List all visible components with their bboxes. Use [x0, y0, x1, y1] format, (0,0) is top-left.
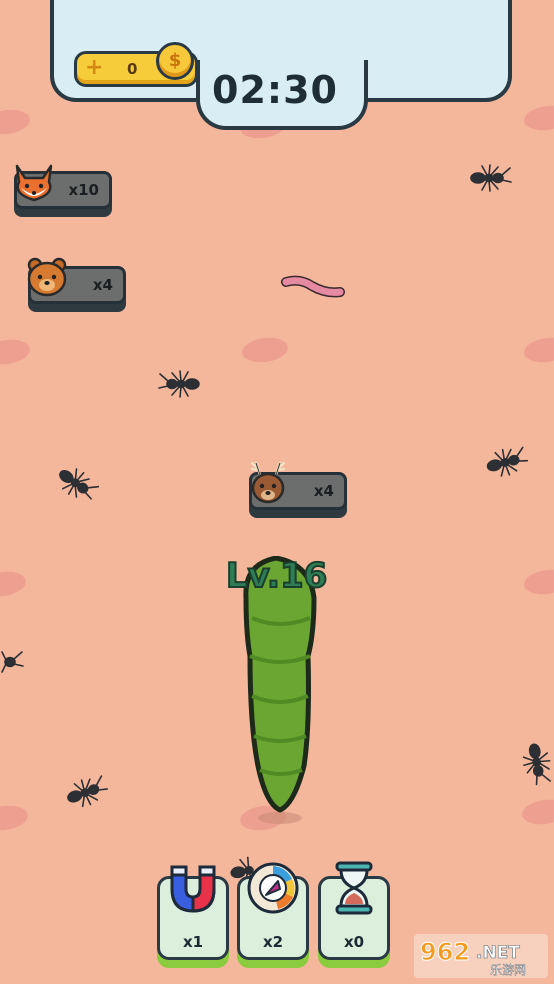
ant-icon[interactable]: [478, 438, 536, 486]
fox-count: x10: [68, 181, 99, 199]
target-deer: x4: [249, 461, 347, 510]
svg-text:.NET: .NET: [476, 943, 520, 963]
deer-icon: [250, 461, 286, 504]
coin-count: 0: [127, 60, 138, 78]
worm-icon[interactable]: [280, 272, 346, 304]
footprint: [522, 566, 554, 598]
bear-count: x4: [92, 276, 113, 294]
footprint: [520, 796, 554, 828]
footprint: [240, 334, 290, 366]
hourglass-icon: [335, 861, 373, 915]
footprint: [0, 106, 32, 138]
footprint: [0, 802, 30, 834]
magnet-count: x1: [182, 933, 204, 951]
site-watermark: 962 .NET 乐游网: [414, 934, 548, 978]
compass-count: x2: [262, 933, 284, 951]
ant-icon[interactable]: [466, 160, 516, 196]
watermark-logo: 962 .NET 乐游网: [414, 934, 548, 978]
hourglass-count: x0: [343, 933, 365, 951]
hourglass-button[interactable]: x0: [318, 861, 390, 960]
fox-icon: [15, 164, 53, 202]
compass-button[interactable]: x2: [237, 862, 309, 960]
ant-icon[interactable]: [515, 736, 554, 791]
ant-icon[interactable]: [46, 455, 108, 513]
target-fox: x10: [14, 164, 112, 209]
compass-icon: [247, 862, 299, 914]
ant-icon[interactable]: [0, 644, 28, 680]
footprint: [0, 336, 32, 368]
coin-icon: $: [156, 42, 194, 80]
bear-icon: [27, 257, 67, 297]
target-bear: x4: [27, 257, 126, 304]
ant-icon[interactable]: [156, 366, 206, 402]
ant-icon[interactable]: [57, 767, 116, 818]
player-snake[interactable]: [228, 556, 328, 826]
deer-count: x4: [313, 482, 334, 500]
magnet-icon: [170, 865, 216, 913]
magnet-button[interactable]: x1: [157, 865, 229, 960]
footprint: [522, 334, 554, 366]
footprint: [522, 102, 554, 134]
countdown-timer: 02:30: [212, 68, 338, 112]
add-coins-icon[interactable]: +: [85, 54, 103, 82]
player-level: Lv.16: [225, 555, 328, 597]
footprint: [0, 568, 28, 600]
svg-text:962: 962: [420, 938, 470, 966]
svg-text:乐游网: 乐游网: [490, 963, 526, 977]
